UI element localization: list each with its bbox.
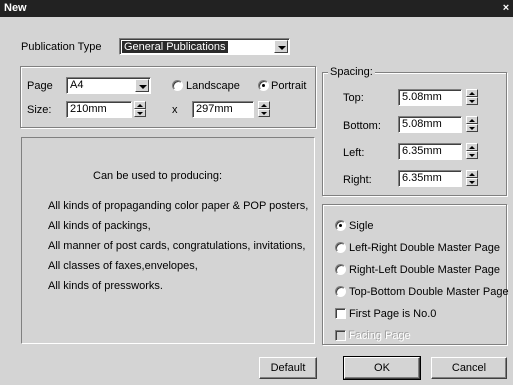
layout-option-label: Right-Left Double Master Page bbox=[349, 264, 501, 276]
description-line: All classes of faxes,envelopes, bbox=[48, 260, 198, 272]
layout-option-radio[interactable] bbox=[335, 242, 346, 253]
first-page-checkbox[interactable] bbox=[335, 308, 346, 319]
publication-type-label: Publication Type bbox=[21, 41, 102, 53]
spacing-title: Spacing: bbox=[328, 66, 375, 78]
portrait-radio[interactable] bbox=[258, 80, 269, 91]
description-line: All kinds of packings, bbox=[48, 220, 151, 232]
portrait-label: Portrait bbox=[271, 80, 307, 92]
right-margin-input[interactable]: 6.35mm bbox=[398, 170, 462, 187]
size-label: Size: bbox=[27, 104, 52, 116]
right-margin-stepper[interactable] bbox=[466, 170, 478, 186]
page-label: Page bbox=[27, 80, 53, 92]
publication-type-select[interactable]: General Publications bbox=[119, 38, 290, 55]
left-margin-stepper[interactable] bbox=[466, 143, 478, 159]
cancel-button[interactable]: Cancel bbox=[431, 357, 507, 379]
page-group bbox=[20, 66, 316, 128]
top-margin-input[interactable]: 5.08mm bbox=[398, 89, 462, 106]
height-stepper[interactable] bbox=[258, 101, 270, 117]
x-separator: x bbox=[172, 104, 178, 116]
bottom-label: Bottom: bbox=[343, 120, 381, 132]
left-margin-input[interactable]: 6.35mm bbox=[398, 143, 462, 160]
left-label: Left: bbox=[343, 147, 365, 159]
height-input[interactable]: 297mm bbox=[192, 101, 254, 118]
facing-page-checkbox bbox=[335, 330, 346, 341]
width-stepper[interactable] bbox=[134, 101, 146, 117]
landscape-radio[interactable] bbox=[172, 80, 183, 91]
description-line: All kinds of propaganding color paper & … bbox=[48, 200, 309, 212]
description-heading: Can be used to producing: bbox=[93, 170, 223, 182]
first-page-label: First Page is No.0 bbox=[349, 308, 437, 320]
layout-option-label: Top-Bottom Double Master Page bbox=[349, 286, 509, 298]
title-bar: New × bbox=[0, 0, 513, 17]
dialog-title: New bbox=[4, 2, 27, 14]
layout-option-radio[interactable] bbox=[335, 286, 346, 297]
page-size-value: A4 bbox=[70, 79, 84, 91]
bottom-margin-stepper[interactable] bbox=[466, 116, 478, 132]
layout-option-label: Left-Right Double Master Page bbox=[349, 242, 501, 254]
close-icon[interactable]: × bbox=[501, 2, 511, 14]
width-input[interactable]: 210mm bbox=[66, 101, 132, 118]
description-panel: Can be used to producing: All kinds of p… bbox=[21, 137, 315, 344]
page-size-select[interactable]: A4 bbox=[66, 77, 151, 94]
description-line: All manner of post cards, congratulation… bbox=[48, 240, 306, 252]
layout-option-label: Sigle bbox=[349, 220, 374, 232]
description-line: All kinds of pressworks. bbox=[48, 280, 163, 292]
publication-type-value: General Publications bbox=[122, 41, 228, 53]
top-margin-stepper[interactable] bbox=[466, 89, 478, 105]
default-button[interactable]: Default bbox=[259, 357, 317, 379]
right-label: Right: bbox=[343, 174, 372, 186]
chevron-down-icon[interactable] bbox=[274, 40, 288, 53]
chevron-down-icon[interactable] bbox=[135, 79, 149, 92]
bottom-margin-input[interactable]: 5.08mm bbox=[398, 116, 462, 133]
layout-option-radio[interactable] bbox=[335, 220, 346, 231]
ok-button[interactable]: OK bbox=[343, 356, 421, 380]
top-label: Top: bbox=[343, 92, 364, 104]
layout-option-radio[interactable] bbox=[335, 264, 346, 275]
new-dialog: New × Publication Type General Publicati… bbox=[0, 0, 513, 385]
landscape-label: Landscape bbox=[186, 80, 240, 92]
facing-page-label: Facing Page bbox=[349, 330, 411, 342]
